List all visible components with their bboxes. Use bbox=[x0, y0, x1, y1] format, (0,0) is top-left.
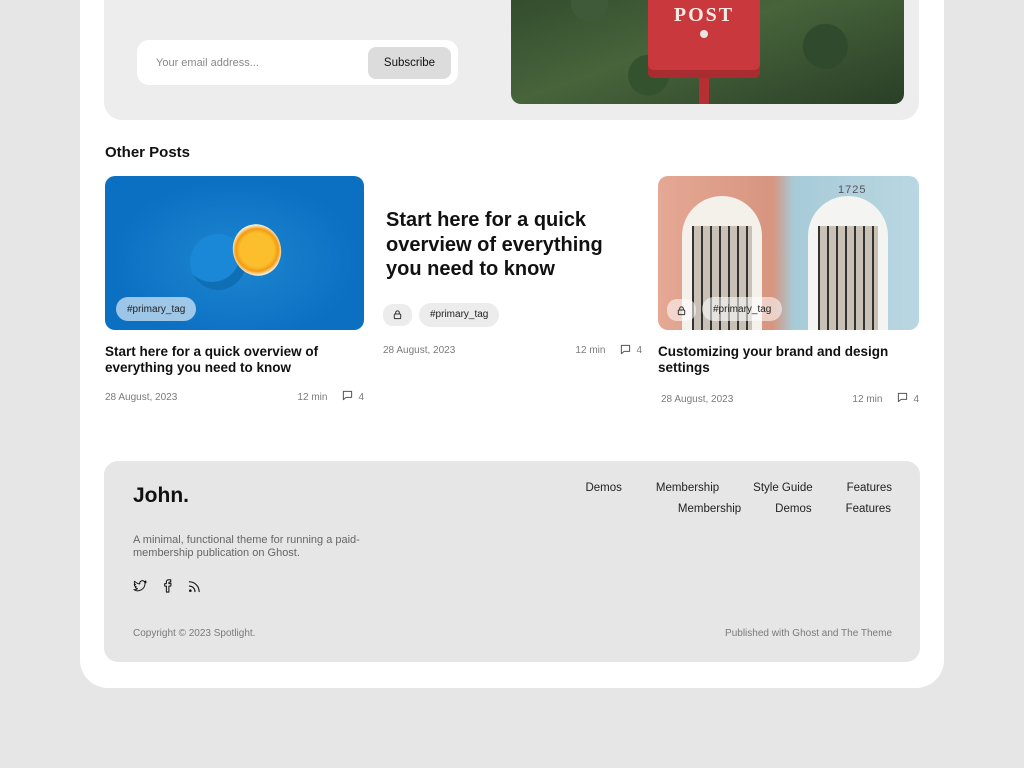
post-date: 28 August, 2023 bbox=[661, 393, 734, 405]
comment-count: 4 bbox=[358, 391, 364, 403]
published-with-text[interactable]: Published with Ghost and The Theme bbox=[725, 628, 892, 639]
door-number: 1725 bbox=[838, 184, 867, 196]
post-date: 28 August, 2023 bbox=[105, 391, 178, 403]
rss-icon[interactable] bbox=[187, 579, 201, 593]
comment-count: 4 bbox=[913, 393, 919, 405]
post-chips: #primary_tag bbox=[383, 302, 642, 327]
footer-link-demos[interactable]: Demos bbox=[775, 503, 811, 515]
social-links bbox=[133, 579, 201, 593]
comment-count: 4 bbox=[636, 345, 642, 356]
post-title[interactable]: Customizing your brand and design settin… bbox=[658, 344, 919, 376]
other-posts-title: Other Posts bbox=[105, 144, 191, 161]
footer-link-features[interactable]: Features bbox=[846, 503, 891, 515]
read-time: 12 min bbox=[297, 391, 328, 403]
footer-nav-secondary: Membership Demos Features bbox=[678, 503, 891, 515]
twitter-icon[interactable] bbox=[133, 579, 147, 593]
door-graphic bbox=[808, 196, 888, 330]
facebook-icon[interactable] bbox=[160, 579, 174, 593]
mailbox-post bbox=[699, 78, 709, 104]
mailbox-photo: POST bbox=[511, 0, 904, 104]
footer-nav-primary: Demos Membership Style Guide Features bbox=[585, 482, 892, 494]
post-title[interactable]: Start here for a quick overview of every… bbox=[105, 344, 364, 376]
post-meta: 28 August, 2023 12 min 4 bbox=[105, 390, 364, 404]
comment-icon bbox=[620, 344, 631, 358]
mailbox-graphic: POST bbox=[648, 0, 760, 78]
comments-link[interactable]: 4 bbox=[897, 392, 919, 406]
footer-link-style-guide[interactable]: Style Guide bbox=[753, 482, 812, 494]
read-time: 12 min bbox=[852, 393, 883, 405]
post-card[interactable]: Start here for a quick overview of every… bbox=[383, 208, 642, 358]
mailbox-label: POST bbox=[673, 4, 735, 26]
lock-icon bbox=[383, 303, 412, 326]
copyright-text: Copyright © 2023 Spotlight. bbox=[133, 628, 256, 639]
primary-tag[interactable]: #primary_tag bbox=[702, 297, 783, 321]
comments-link[interactable]: 4 bbox=[342, 390, 364, 404]
door-grille bbox=[818, 226, 878, 330]
post-card[interactable]: #primary_tag Start here for a quick over… bbox=[105, 176, 364, 404]
footer-description: A minimal, functional theme for running … bbox=[133, 534, 360, 559]
comment-icon bbox=[342, 390, 353, 404]
post-title[interactable]: Start here for a quick overview of every… bbox=[383, 208, 642, 282]
site-footer: John. A minimal, functional theme for ru… bbox=[104, 461, 920, 662]
footer-logo[interactable]: John. bbox=[133, 484, 189, 508]
primary-tag[interactable]: #primary_tag bbox=[116, 297, 197, 321]
post-image-orange[interactable]: #primary_tag bbox=[105, 176, 364, 330]
footer-link-demos[interactable]: Demos bbox=[585, 482, 621, 494]
comment-icon bbox=[897, 392, 908, 406]
post-card[interactable]: 1725 #primary_tag Customizing your brand… bbox=[658, 176, 919, 406]
post-meta: 28 August, 2023 12 min 4 bbox=[658, 392, 919, 406]
footer-link-membership[interactable]: Membership bbox=[678, 503, 741, 515]
post-image-doors[interactable]: 1725 #primary_tag bbox=[658, 176, 919, 330]
mailbox-lock bbox=[700, 30, 708, 38]
post-meta: 28 August, 2023 12 min 4 bbox=[383, 344, 642, 358]
page-container: Subscribe POST Other Posts #primary_tag … bbox=[80, 0, 944, 688]
primary-tag[interactable]: #primary_tag bbox=[419, 302, 500, 327]
post-date: 28 August, 2023 bbox=[383, 345, 456, 356]
email-input[interactable] bbox=[156, 56, 368, 69]
footer-link-features[interactable]: Features bbox=[847, 482, 892, 494]
comments-link[interactable]: 4 bbox=[620, 344, 642, 358]
subscribe-button[interactable]: Subscribe bbox=[368, 46, 451, 79]
read-time: 12 min bbox=[575, 345, 606, 356]
footer-link-membership[interactable]: Membership bbox=[656, 482, 719, 494]
newsletter-section: Subscribe POST bbox=[104, 0, 919, 120]
lock-icon bbox=[667, 299, 696, 321]
subscribe-form: Subscribe bbox=[137, 40, 458, 85]
